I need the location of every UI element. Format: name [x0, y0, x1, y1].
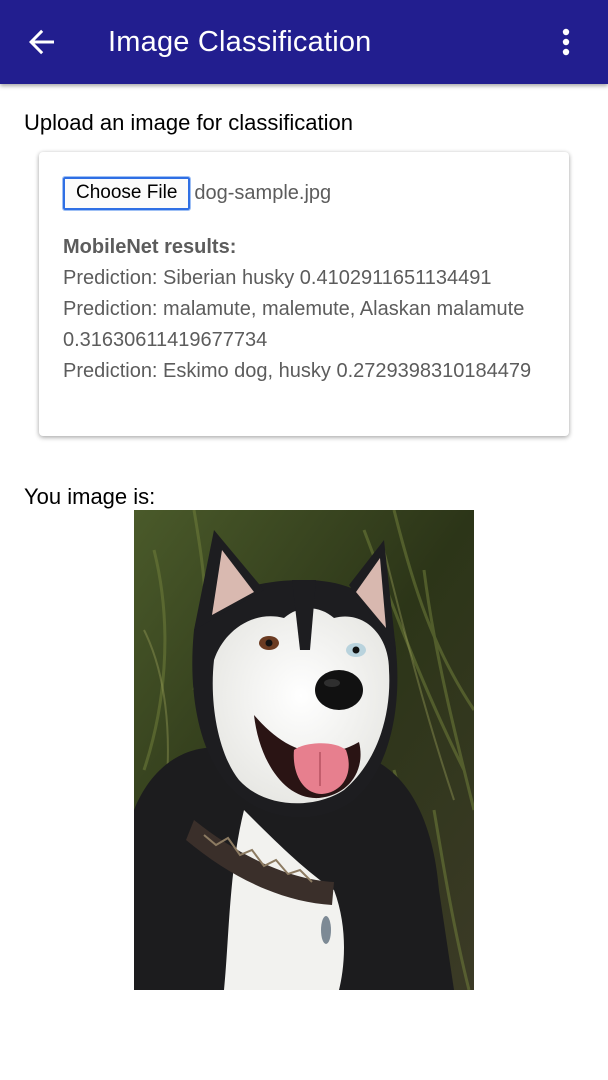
classification-card: Choose File dog-sample.jpg MobileNet res… [39, 152, 569, 436]
prediction-item: Prediction: Siberian husky 0.41029116511… [63, 267, 492, 289]
upload-heading: Upload an image for classification [24, 110, 353, 135]
app-bar: Image Classification [0, 0, 608, 84]
choose-file-button[interactable]: Choose File [61, 175, 192, 211]
husky-photo-illustration [134, 510, 474, 990]
selected-file-name: dog-sample.jpg [194, 181, 332, 204]
results-title: MobileNet results: [63, 236, 237, 258]
results-panel: MobileNet results: Prediction: Siberian … [63, 232, 549, 387]
back-button[interactable] [22, 22, 62, 62]
prediction-item: Prediction: Eskimo dog, husky 0.27293983… [63, 360, 532, 382]
arrow-back-icon [29, 29, 54, 55]
app-title: Image Classification [108, 26, 372, 58]
uploaded-dog-image [134, 510, 474, 990]
image-heading: You image is: [24, 484, 156, 509]
more-vert-icon [562, 28, 570, 56]
prediction-item: Prediction: malamute, malemute, Alaskan … [63, 298, 525, 351]
overflow-menu-button[interactable] [552, 22, 580, 62]
file-input-row: Choose File dog-sample.jpg [61, 175, 332, 211]
